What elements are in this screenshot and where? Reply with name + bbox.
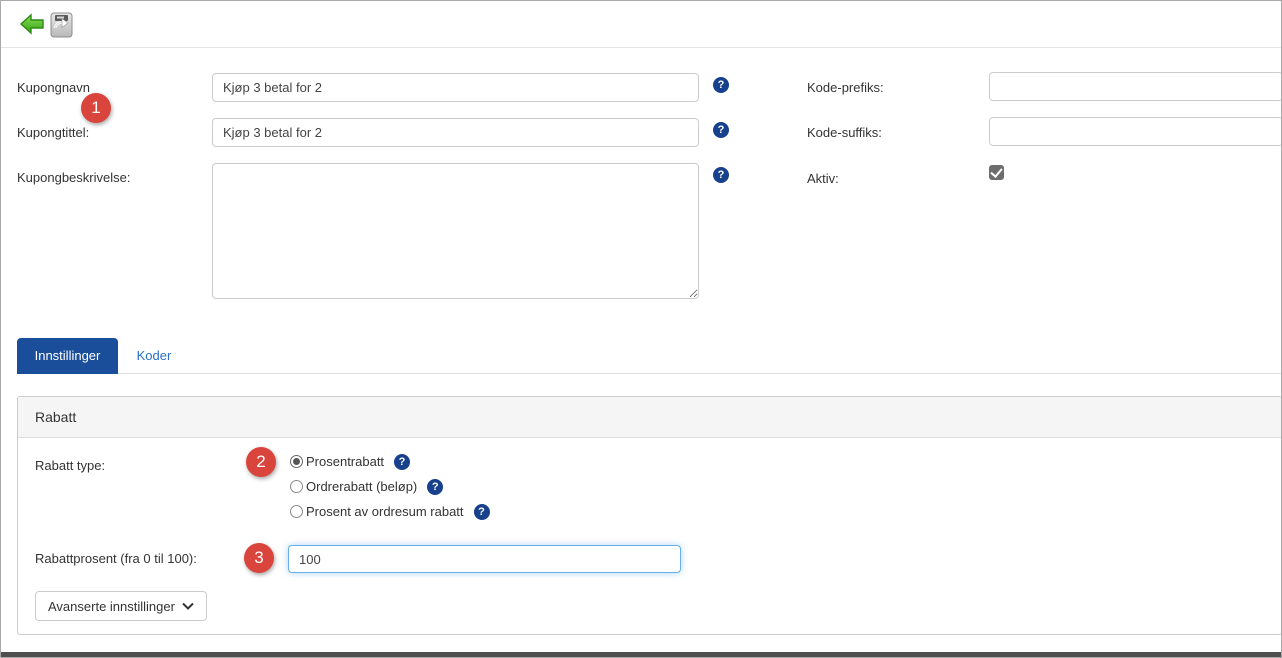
window-bottom-border xyxy=(1,652,1281,657)
advanced-settings-button[interactable]: Avanserte innstillinger xyxy=(35,591,207,621)
radio-icon-prosent-ordresum[interactable] xyxy=(290,505,303,518)
rabatt-type-options: Prosentrabatt ? Ordrerabatt (beløp) ? Pr… xyxy=(290,449,490,524)
rabattprosent-label: Rabattprosent (fra 0 til 100): xyxy=(35,551,197,566)
tabs-divider xyxy=(17,373,1282,374)
radio-label-ordrerabatt: Ordrerabatt (beløp) xyxy=(306,479,417,494)
rabatt-panel-header: Rabatt xyxy=(18,397,1281,438)
tab-koder[interactable]: Koder xyxy=(118,338,190,374)
code-suffix-label: Kode-suffiks: xyxy=(807,125,882,140)
radio-label-prosent-ordresum: Prosent av ordresum rabatt xyxy=(306,504,464,519)
help-icon-ordrerabatt[interactable]: ? xyxy=(427,479,443,495)
help-icon-prosentrabatt[interactable]: ? xyxy=(394,454,410,470)
radio-option-prosentrabatt[interactable]: Prosentrabatt ? xyxy=(290,449,490,474)
coupon-edit-window: Kupongnavn 1 ? Kupongtittel: ? Kupongbes… xyxy=(0,0,1282,658)
help-icon-coupon-title[interactable]: ? xyxy=(713,122,729,138)
help-icon-coupon-name[interactable]: ? xyxy=(713,77,729,93)
coupon-description-label: Kupongbeskrivelse: xyxy=(17,170,130,185)
step-badge-3: 3 xyxy=(244,543,274,573)
help-icon-prosent-ordresum[interactable]: ? xyxy=(474,504,490,520)
active-checkbox[interactable] xyxy=(989,165,1004,180)
coupon-name-label: Kupongnavn xyxy=(17,80,90,95)
toolbar xyxy=(1,1,1281,48)
code-prefix-input[interactable] xyxy=(989,72,1282,101)
coupon-name-input[interactable] xyxy=(212,73,699,102)
coupon-description-textarea[interactable] xyxy=(212,163,699,299)
rabattprosent-input[interactable] xyxy=(288,545,681,573)
tab-innstillinger[interactable]: Innstillinger xyxy=(17,338,118,374)
step-badge-1: 1 xyxy=(81,93,111,123)
help-icon-coupon-description[interactable]: ? xyxy=(713,167,729,183)
advanced-settings-label: Avanserte innstillinger xyxy=(48,599,175,614)
radio-option-ordrerabatt[interactable]: Ordrerabatt (beløp) ? xyxy=(290,474,490,499)
radio-label-prosentrabatt: Prosentrabatt xyxy=(306,454,384,469)
save-icon[interactable] xyxy=(50,12,74,41)
radio-option-prosent-ordresum[interactable]: Prosent av ordresum rabatt ? xyxy=(290,499,490,524)
back-arrow-icon[interactable] xyxy=(19,12,45,39)
step-badge-2: 2 xyxy=(246,447,276,477)
radio-icon-ordrerabatt[interactable] xyxy=(290,480,303,493)
coupon-title-input[interactable] xyxy=(212,118,699,147)
chevron-down-icon xyxy=(182,602,194,610)
coupon-title-label: Kupongtittel: xyxy=(17,125,89,140)
rabatt-type-label: Rabatt type: xyxy=(35,458,105,473)
code-suffix-input[interactable] xyxy=(989,117,1282,146)
rabatt-panel: Rabatt Rabatt type: 2 Prosentrabatt ? Or… xyxy=(17,396,1282,635)
radio-icon-prosentrabatt[interactable] xyxy=(290,455,303,468)
code-prefix-label: Kode-prefiks: xyxy=(807,80,884,95)
active-label: Aktiv: xyxy=(807,171,839,186)
